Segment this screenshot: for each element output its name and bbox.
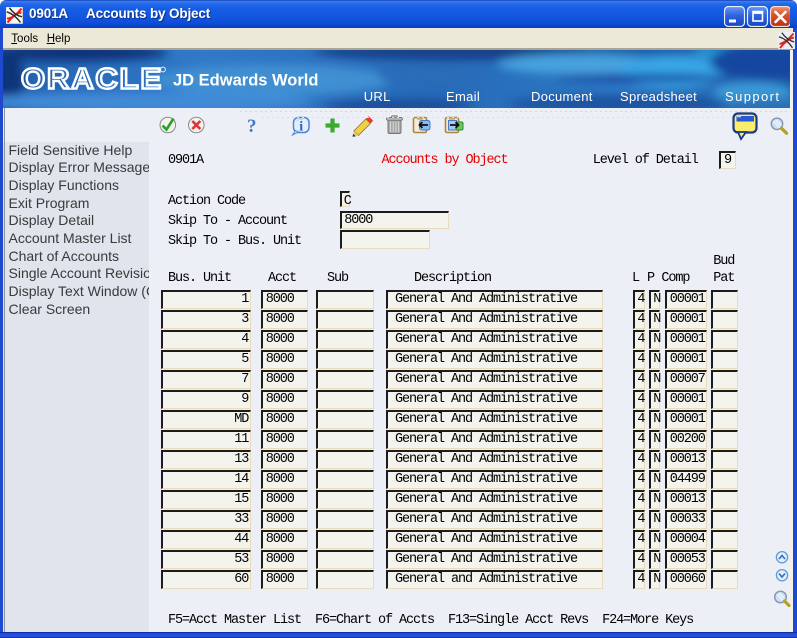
svg-text:Email: Email [446,89,480,104]
svg-text:JD Edwards World: JD Edwards World [173,72,318,90]
svg-text:URL: URL [364,89,391,104]
svg-text:Spreadsheet: Spreadsheet [620,89,697,104]
svg-text:Support: Support [725,89,780,104]
svg-text:i: i [299,120,303,135]
svg-text:?: ? [247,116,257,137]
svg-text:Document: Document [531,89,593,104]
svg-text:ORACLE: ORACLE [21,63,163,95]
